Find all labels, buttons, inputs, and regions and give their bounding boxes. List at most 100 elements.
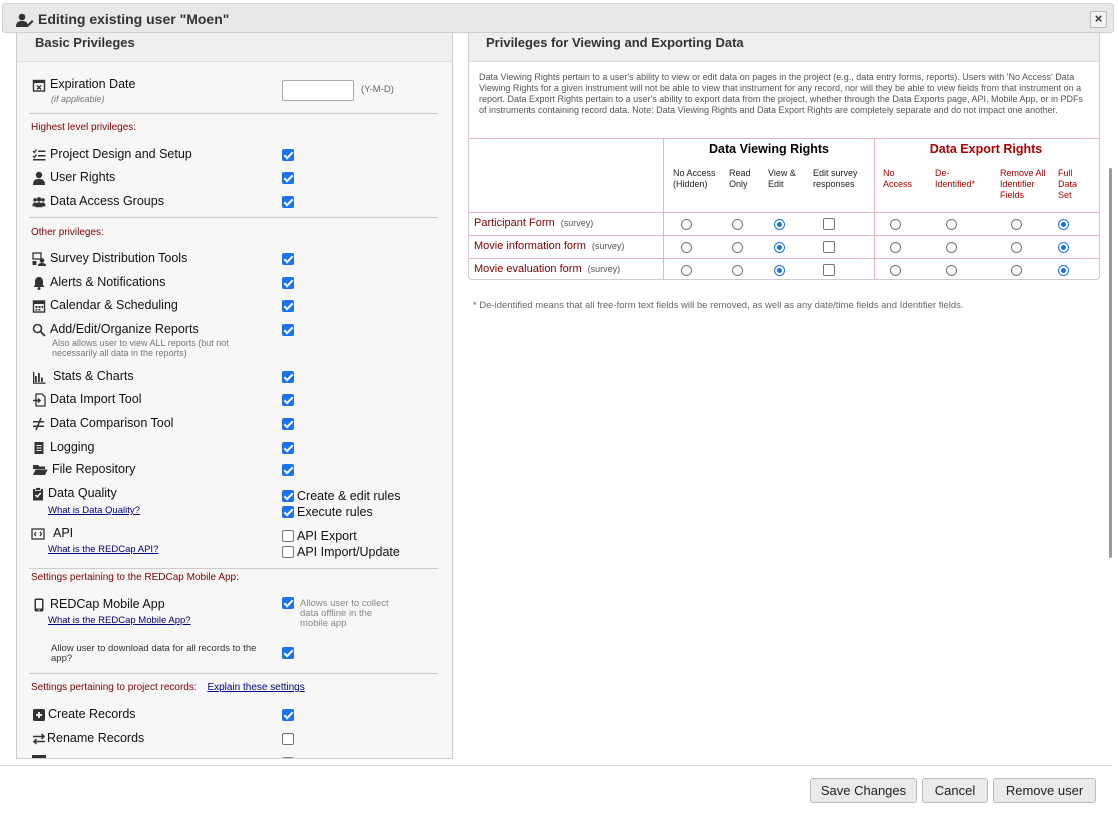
edit-survey-checkbox[interactable]	[823, 264, 835, 276]
file-repository-checkbox[interactable]	[282, 464, 294, 476]
export-rights-radio[interactable]	[946, 265, 957, 276]
api-import-checkbox[interactable]	[282, 545, 294, 558]
edit-survey-checkbox[interactable]	[823, 218, 835, 230]
code-icon	[31, 528, 45, 540]
api-export-checkbox[interactable]	[282, 529, 294, 542]
project-design-checkbox[interactable]	[282, 149, 294, 161]
reports-sub: Also allows user to view ALL reports (bu…	[52, 338, 229, 358]
view-rights-radio[interactable]	[681, 265, 692, 276]
export-rights-radio[interactable]	[1011, 219, 1022, 230]
col-edit-survey: Edit survey responses	[813, 168, 858, 189]
reports-checkbox[interactable]	[282, 324, 294, 336]
dq-create-label: Create & edit rules	[297, 488, 401, 503]
mobile-phone-icon	[34, 598, 44, 612]
view-rights-radio[interactable]	[774, 219, 785, 230]
view-rights-radio[interactable]	[681, 219, 692, 230]
form-name-text: Participant Form	[474, 217, 555, 229]
survey-distribution-icon	[32, 252, 46, 266]
form-name-text: Movie evaluation form	[474, 263, 582, 275]
data-comparison-checkbox[interactable]	[282, 418, 294, 430]
date-format-hint: (Y-M-D)	[361, 84, 394, 95]
plus-square-icon	[33, 709, 45, 721]
highest-privileges-title: Highest level privileges:	[31, 122, 137, 133]
alerts-label: Alerts & Notifications	[50, 275, 166, 289]
mobile-app-help-link[interactable]: What is the REDCap Mobile App?	[48, 615, 191, 626]
col-view-edit: View & Edit	[768, 168, 796, 189]
col-no-access-hidden: No Access (Hidden)	[673, 168, 716, 189]
mobile-download-checkbox[interactable]	[282, 647, 294, 659]
dq-create-option: Create & edit rules	[282, 488, 401, 503]
footer-divider	[0, 765, 1112, 766]
form-name-text: Movie information form	[474, 240, 586, 252]
api-import-option: API Import/Update	[282, 544, 400, 559]
data-quality-help-link[interactable]: What is Data Quality?	[48, 505, 140, 516]
divider	[29, 217, 438, 218]
dialog-titlebar: Editing existing user "Moen" ×	[2, 3, 1114, 33]
data-quality-label: Data Quality	[48, 486, 117, 500]
data-access-groups-checkbox[interactable]	[282, 196, 294, 208]
calendar-checkbox[interactable]	[282, 300, 294, 312]
dialog-title: Editing existing user "Moen"	[16, 11, 229, 27]
clipboard-check-icon	[33, 487, 43, 501]
mobile-app-label: REDCap Mobile App	[50, 597, 165, 611]
user-rights-checkbox[interactable]	[282, 172, 294, 184]
survey-distribution-label: Survey Distribution Tools	[50, 251, 188, 265]
remove-user-button[interactable]: Remove user	[993, 778, 1096, 803]
col-remove-identifiers: Remove All Identifier Fields	[1000, 168, 1046, 200]
export-rights-radio[interactable]	[1058, 265, 1069, 276]
close-button[interactable]: ×	[1090, 11, 1107, 28]
view-rights-radio[interactable]	[732, 219, 743, 230]
export-rights-radio[interactable]	[946, 242, 957, 253]
alerts-checkbox[interactable]	[282, 277, 294, 289]
list-check-icon	[32, 149, 46, 161]
export-rights-radio[interactable]	[1011, 242, 1022, 253]
view-rights-radio[interactable]	[774, 242, 785, 253]
dq-execute-checkbox[interactable]	[282, 505, 294, 518]
cut-off-row	[17, 755, 452, 758]
file-import-icon	[33, 393, 46, 407]
survey-distribution-checkbox[interactable]	[282, 253, 294, 265]
user-edit-icon	[16, 13, 34, 27]
col-full-data-set: Full Data Set	[1058, 168, 1078, 200]
export-rights-radio[interactable]	[1058, 219, 1069, 230]
mobile-download-label: Allow user to download data for all reco…	[51, 643, 257, 664]
document-icon	[34, 442, 44, 454]
create-records-label: Create Records	[48, 707, 136, 721]
export-rights-radio[interactable]	[890, 219, 901, 230]
export-rights-radio[interactable]	[890, 265, 901, 276]
api-export-label: API Export	[297, 528, 357, 543]
export-rights-radio[interactable]	[890, 242, 901, 253]
mobile-app-section-title: Settings pertaining to the REDCap Mobile…	[31, 572, 239, 583]
view-rights-radio[interactable]	[732, 242, 743, 253]
viewing-export-panel: Privileges for Viewing and Exporting Dat…	[468, 33, 1100, 280]
calendar-icon	[32, 300, 46, 313]
row-border	[469, 258, 1100, 259]
mobile-app-checkbox[interactable]	[282, 597, 294, 609]
rename-records-checkbox[interactable]	[282, 733, 294, 745]
scrollbar[interactable]	[1109, 168, 1112, 558]
export-rights-radio[interactable]	[946, 219, 957, 230]
view-rights-radio[interactable]	[732, 265, 743, 276]
export-rights-radio[interactable]	[1058, 242, 1069, 253]
data-import-checkbox[interactable]	[282, 394, 294, 406]
save-changes-button[interactable]: Save Changes	[810, 778, 917, 803]
logging-checkbox[interactable]	[282, 442, 294, 454]
explain-settings-link[interactable]: Explain these settings	[207, 682, 304, 693]
edit-survey-checkbox[interactable]	[823, 241, 835, 253]
folder-open-icon	[33, 465, 48, 475]
api-label: API	[53, 526, 74, 540]
de-identified-footnote: * De-identified means that all free-form…	[473, 300, 964, 311]
create-records-checkbox[interactable]	[282, 709, 294, 721]
view-rights-radio[interactable]	[681, 242, 692, 253]
dq-create-checkbox[interactable]	[282, 489, 294, 502]
stats-charts-checkbox[interactable]	[282, 371, 294, 383]
data-export-rights-title: Data Export Rights	[929, 142, 1043, 156]
view-rights-radio[interactable]	[774, 265, 785, 276]
calendar-label: Calendar & Scheduling	[50, 298, 178, 312]
export-rights-radio[interactable]	[1011, 265, 1022, 276]
expiration-date-input[interactable]	[282, 80, 354, 101]
form-name: Participant Form (survey)	[474, 217, 593, 229]
api-help-link[interactable]: What is the REDCap API?	[48, 544, 158, 555]
dialog-title-text: Editing existing user "Moen"	[38, 11, 230, 27]
cancel-button[interactable]: Cancel	[922, 778, 988, 803]
